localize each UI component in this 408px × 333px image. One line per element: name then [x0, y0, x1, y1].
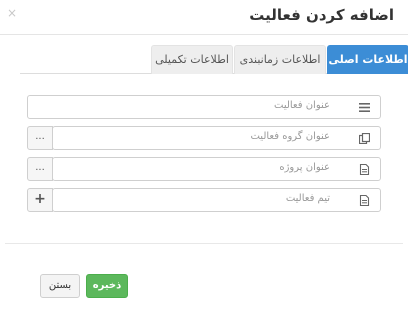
project-title-placeholder: عنوان پروژه [279, 162, 330, 173]
document-icon [359, 164, 370, 175]
tab-extra-info[interactable]: اطلاعات تکمیلی [151, 45, 233, 74]
activity-title-input[interactable]: عنوان فعالیت [27, 95, 381, 119]
project-title-browse-button[interactable]: ... [27, 157, 53, 181]
footer-divider [5, 243, 403, 244]
text-lines-icon [359, 103, 370, 112]
project-title-field: ... عنوان پروژه [27, 157, 381, 181]
activity-title-field: عنوان فعالیت [27, 95, 381, 119]
activity-group-input[interactable]: عنوان گروه فعالیت [52, 126, 381, 150]
activity-group-placeholder: عنوان گروه فعالیت [250, 131, 330, 142]
close-icon[interactable]: × [7, 7, 17, 19]
activity-group-field: ... عنوان گروه فعالیت [27, 126, 381, 150]
close-button[interactable]: بستن [40, 274, 80, 298]
activity-group-browse-button[interactable]: ... [27, 126, 53, 150]
activity-team-placeholder: تیم فعالیت [285, 193, 330, 204]
copy-icon [359, 133, 370, 144]
activity-team-field: + تیم فعالیت [27, 188, 381, 212]
project-title-input[interactable]: عنوان پروژه [52, 157, 381, 181]
activity-team-input[interactable]: تیم فعالیت [52, 188, 381, 212]
dialog-title: اضافه کردن فعالیت [249, 6, 394, 24]
activity-team-add-button[interactable]: + [27, 188, 53, 212]
tab-schedule-info[interactable]: اطلاعات زمانبندی [234, 45, 326, 74]
document-icon [359, 195, 370, 206]
activity-title-placeholder: عنوان فعالیت [274, 100, 330, 111]
tab-main-info[interactable]: اطلاعات اصلی [327, 45, 408, 74]
dialog-header: اضافه کردن فعالیت × [0, 0, 408, 35]
save-button[interactable]: ذخیره [86, 274, 128, 298]
